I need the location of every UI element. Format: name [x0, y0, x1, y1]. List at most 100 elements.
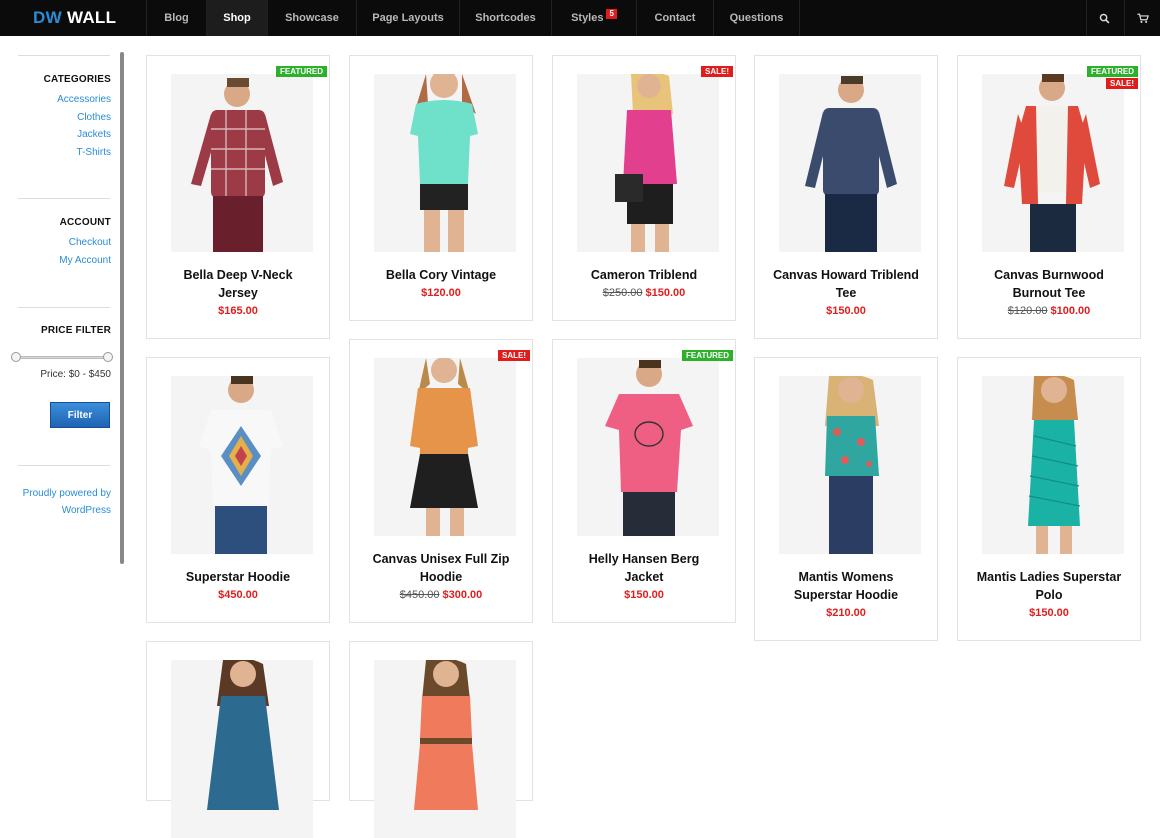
product-card[interactable]: SALE! Canvas Unisex Full Zip Hoodie $450…	[349, 339, 533, 623]
product-name[interactable]: Cameron Triblend $250.00 $150.00	[559, 266, 729, 302]
nav-questions[interactable]: Questions	[714, 0, 800, 36]
nav-showcase[interactable]: Showcase	[268, 0, 357, 36]
sidebar-scrollbar[interactable]	[120, 52, 124, 564]
product-image[interactable]	[577, 358, 719, 536]
nav-shortcodes[interactable]: Shortcodes	[460, 0, 552, 36]
sale-badge: SALE!	[498, 350, 530, 361]
product-name-line: Bella Deep V-Neck	[183, 268, 293, 282]
product-image[interactable]	[374, 358, 516, 536]
product-name-line: Burnout Tee	[1012, 286, 1086, 300]
price-current: $450.00	[218, 589, 258, 601]
nav-shop[interactable]: Shop	[207, 0, 268, 36]
product-name-line: Canvas Burnwood	[994, 268, 1104, 282]
category-link-accessories[interactable]: Accessories	[57, 94, 111, 105]
product-image[interactable]	[171, 74, 313, 252]
product-name-line: Helly Hansen Berg	[588, 552, 700, 566]
account-link-checkout[interactable]: Checkout	[69, 237, 111, 248]
product-name[interactable]: Bella Deep V-Neck Jersey $165.00	[153, 266, 323, 320]
product-photo	[577, 74, 719, 252]
product-price: $450.00	[153, 586, 323, 604]
product-image[interactable]	[374, 660, 516, 838]
cart-icon	[1136, 13, 1149, 23]
price-slider-track[interactable]	[15, 356, 109, 359]
product-image[interactable]	[779, 376, 921, 554]
product-photo	[779, 74, 921, 252]
wordpress-link[interactable]: WordPress	[62, 505, 111, 516]
price-filter-heading: PRICE FILTER	[41, 325, 111, 336]
product-card[interactable]	[349, 641, 533, 838]
search-icon	[1099, 13, 1110, 23]
nav-label: Questions	[729, 12, 784, 24]
price-current: $165.00	[218, 305, 258, 317]
category-link-tshirts[interactable]: T-Shirts	[77, 147, 111, 158]
account-heading: ACCOUNT	[59, 217, 111, 228]
product-price: $150.00	[761, 302, 931, 320]
product-card[interactable]: Bella Cory Vintage $120.00	[349, 55, 533, 321]
product-name[interactable]: Superstar Hoodie $450.00	[153, 568, 323, 604]
product-name-line: Tee	[835, 286, 857, 300]
nav-contact[interactable]: Contact	[637, 0, 714, 36]
product-name[interactable]: Mantis Womens Superstar Hoodie $210.00	[761, 568, 931, 622]
product-image[interactable]	[779, 74, 921, 252]
product-image[interactable]	[577, 74, 719, 252]
product-name-line: Superstar Hoodie	[185, 570, 291, 584]
product-image[interactable]	[982, 376, 1124, 554]
product-name-line: Canvas Howard Triblend	[773, 268, 919, 282]
account-link-my-account[interactable]: My Account	[59, 255, 111, 266]
product-price: $150.00	[559, 586, 729, 604]
product-name[interactable]: Canvas Howard Triblend Tee $150.00	[761, 266, 931, 320]
product-card[interactable]: Mantis Womens Superstar Hoodie $210.00	[754, 357, 938, 641]
product-image[interactable]	[171, 660, 313, 838]
price-old: $250.00	[602, 287, 643, 299]
product-name[interactable]: Canvas Unisex Full Zip Hoodie $450.00 $30…	[356, 550, 526, 604]
powered-by-link[interactable]: Proudly powered by	[23, 488, 111, 499]
product-name[interactable]: Helly Hansen Berg Jacket $150.00	[559, 550, 729, 604]
price-old: $120.00	[1007, 305, 1048, 317]
product-price: $250.00 $150.00	[559, 284, 729, 302]
product-photo	[171, 376, 313, 554]
nav-label: Contact	[654, 12, 696, 24]
product-image[interactable]	[171, 376, 313, 554]
product-name-line: Hoodie	[419, 570, 463, 584]
nav-blog[interactable]: Blog	[147, 0, 207, 36]
nav-label: Blog	[164, 12, 189, 24]
product-card[interactable]: FEATURED SALE! Canvas Burnwood Burnout T…	[957, 55, 1141, 339]
product-card[interactable]: Mantis Ladies Superstar Polo $150.00	[957, 357, 1141, 641]
sidebar-divider	[18, 465, 110, 466]
product-price: $165.00	[153, 302, 323, 320]
categories-heading: CATEGORIES	[43, 74, 111, 85]
product-photo	[779, 376, 921, 554]
sidebar: CATEGORIES Accessories Clothes Jackets T…	[18, 0, 111, 772]
filter-button[interactable]: Filter	[50, 402, 110, 428]
nav-label: Showcase	[285, 12, 339, 24]
price-slider-max-handle[interactable]	[103, 352, 113, 362]
product-name[interactable]: Mantis Ladies Superstar Polo $150.00	[964, 568, 1134, 622]
category-link-jackets[interactable]: Jackets	[77, 129, 111, 140]
product-card[interactable]	[146, 641, 330, 838]
product-photo	[171, 660, 313, 838]
sale-badge: SALE!	[1106, 78, 1138, 89]
cart-button[interactable]	[1124, 0, 1160, 36]
product-name-line: Jacket	[624, 570, 664, 584]
product-card[interactable]: SALE! Cameron Triblend $250.00 $150.00	[552, 55, 736, 321]
nav-label: Page Layouts	[372, 12, 444, 24]
product-card[interactable]: Superstar Hoodie $450.00	[146, 357, 330, 623]
product-name[interactable]: Bella Cory Vintage $120.00	[356, 266, 526, 302]
search-button[interactable]	[1086, 0, 1122, 36]
top-navbar: DW WALL Blog Shop Showcase Page Layouts …	[0, 0, 1160, 36]
nav-styles[interactable]: Styles 5	[552, 0, 637, 36]
category-link-clothes[interactable]: Clothes	[77, 112, 111, 123]
product-image[interactable]	[982, 74, 1124, 252]
featured-badge: FEATURED	[682, 350, 733, 361]
product-name[interactable]: Canvas Burnwood Burnout Tee $120.00 $100.…	[964, 266, 1134, 320]
price-slider-min-handle[interactable]	[11, 352, 21, 362]
product-price: $450.00 $300.00	[356, 586, 526, 604]
product-card[interactable]: FEATURED Bella Deep V-Neck Jersey $165.0…	[146, 55, 330, 339]
product-card[interactable]: FEATURED Helly Hansen Berg Jacket $150.0…	[552, 339, 736, 623]
featured-badge: FEATURED	[276, 66, 327, 77]
nav-page-layouts[interactable]: Page Layouts	[357, 0, 460, 36]
product-price: $210.00	[761, 604, 931, 622]
price-current: $300.00	[442, 589, 483, 601]
product-image[interactable]	[374, 74, 516, 252]
product-card[interactable]: Canvas Howard Triblend Tee $150.00	[754, 55, 938, 339]
